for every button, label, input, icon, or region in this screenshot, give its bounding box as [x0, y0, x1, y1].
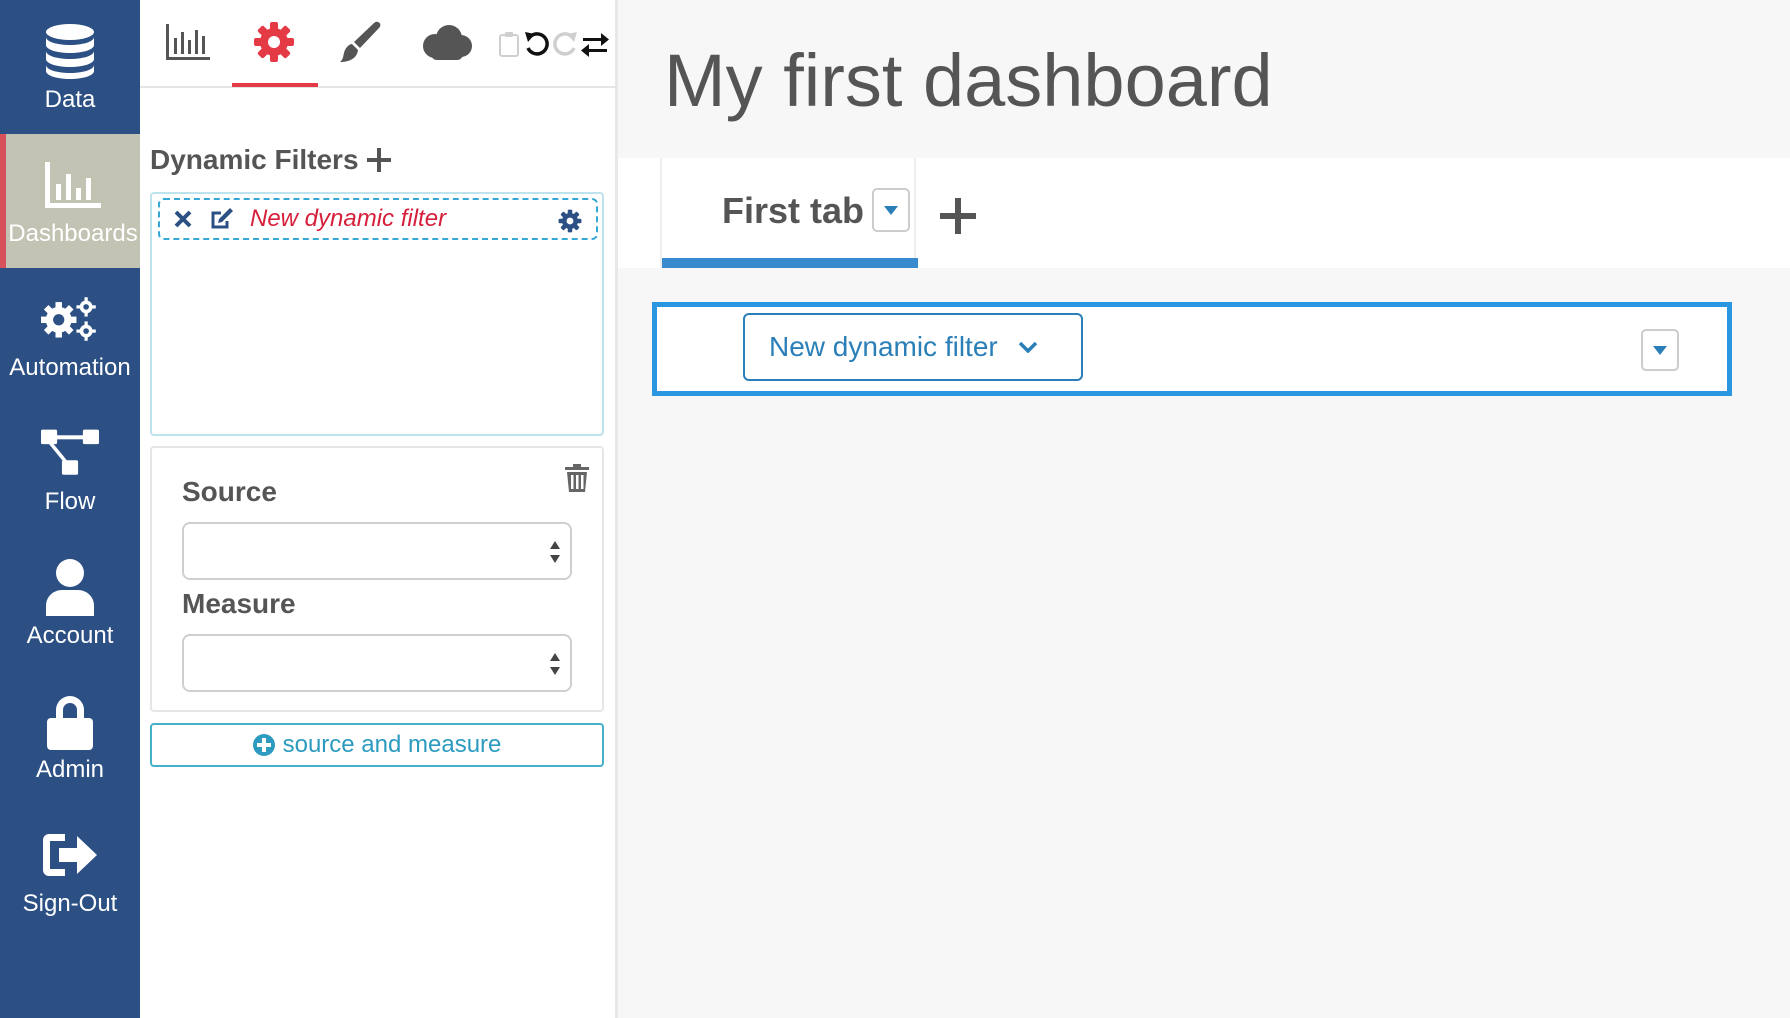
trash-icon[interactable]: [562, 462, 592, 494]
bar-chart-icon: [166, 23, 210, 65]
sign-out-icon: [41, 826, 99, 884]
nav-item-dashboards[interactable]: Dashboards: [0, 134, 140, 268]
swap-button[interactable]: [580, 30, 610, 64]
cloud-icon: [419, 24, 473, 65]
tab-style[interactable]: [330, 14, 390, 74]
nav-label: Data: [44, 86, 96, 113]
add-dynamic-filter-icon[interactable]: [366, 148, 391, 172]
source-label: Source: [182, 476, 277, 507]
undo-icon: [523, 30, 551, 65]
add-tab-icon[interactable]: [938, 196, 978, 236]
tab-first[interactable]: First tab: [660, 158, 918, 268]
gear-icon: [253, 21, 295, 68]
dynamic-filter-dropdown[interactable]: New dynamic filter: [743, 313, 1083, 381]
measure-select[interactable]: [182, 634, 572, 692]
caret-down-icon: [884, 205, 898, 215]
remove-filter-icon[interactable]: [172, 208, 194, 230]
section-title: Dynamic Filters: [150, 144, 359, 175]
nav-label: Flow: [44, 488, 96, 515]
lock-icon: [41, 692, 99, 750]
caret-down-icon: [1653, 345, 1667, 355]
bar-chart-icon: [44, 156, 102, 214]
sitemap-icon: [41, 424, 99, 482]
nav-label: Automation: [9, 354, 131, 381]
undo-button[interactable]: [522, 30, 552, 64]
gears-icon: [41, 290, 99, 348]
editor-toolbar: [140, 0, 616, 88]
chevron-down-icon: [1018, 341, 1038, 353]
paintbrush-icon: [338, 20, 382, 69]
nav-label: Account: [26, 622, 114, 649]
tab-label: First tab: [722, 190, 865, 231]
select-arrows-icon: [548, 652, 562, 676]
active-tab-indicator: [232, 83, 318, 87]
add-source-measure-button[interactable]: source and measure: [150, 723, 604, 767]
nav-item-admin[interactable]: Admin: [0, 670, 140, 804]
user-icon: [41, 558, 99, 616]
nav-item-automation[interactable]: Automation: [0, 268, 140, 402]
source-measure-box: Source Measure: [150, 446, 604, 712]
edit-filter-icon[interactable]: [208, 205, 236, 233]
nav-item-data[interactable]: Data: [0, 0, 140, 134]
dynamic-filter-list: New dynamic filter: [150, 192, 604, 436]
select-arrows-icon: [548, 540, 562, 564]
nav-item-flow[interactable]: Flow: [0, 402, 140, 536]
dashboard-tabs: First tab: [618, 158, 1790, 268]
dynamic-filter-item[interactable]: New dynamic filter: [158, 198, 598, 240]
filter-settings-icon[interactable]: [556, 207, 584, 235]
editor-panel: Dynamic Filters New dynamic filter Sourc…: [140, 0, 618, 1018]
tab-menu-button[interactable]: [872, 188, 910, 232]
dynamic-filter-label: New dynamic filter: [769, 331, 998, 362]
source-select[interactable]: [182, 522, 572, 580]
nav-label: Admin: [35, 756, 105, 783]
main-nav: Data Dashboards Automation Flow Account: [0, 0, 140, 1018]
tab-settings[interactable]: [244, 14, 304, 74]
dynamic-filter-bar[interactable]: New dynamic filter: [652, 302, 1732, 396]
plus-circle-icon: [252, 734, 275, 756]
redo-icon: [551, 30, 579, 65]
page-title: My first dashboard: [664, 39, 1273, 122]
nav-item-account[interactable]: Account: [0, 536, 140, 670]
clipboard-button[interactable]: [494, 30, 524, 64]
measure-label: Measure: [182, 588, 296, 619]
tab-cloud[interactable]: [416, 14, 476, 74]
nav-label: Sign-Out: [22, 890, 118, 917]
database-icon: [41, 22, 99, 80]
nav-item-sign-out[interactable]: Sign-Out: [0, 804, 140, 938]
filter-bar-menu-button[interactable]: [1641, 329, 1679, 371]
dynamic-filters-header: Dynamic Filters: [150, 144, 391, 176]
swap-icon: [581, 31, 609, 64]
filter-name: New dynamic filter: [250, 205, 447, 232]
clipboard-icon: [499, 31, 519, 64]
add-source-measure-label: source and measure: [282, 731, 502, 758]
tab-chart[interactable]: [158, 14, 218, 74]
active-tab-underline: [662, 258, 918, 268]
nav-label: Dashboards: [8, 220, 138, 247]
redo-button[interactable]: [550, 30, 580, 64]
